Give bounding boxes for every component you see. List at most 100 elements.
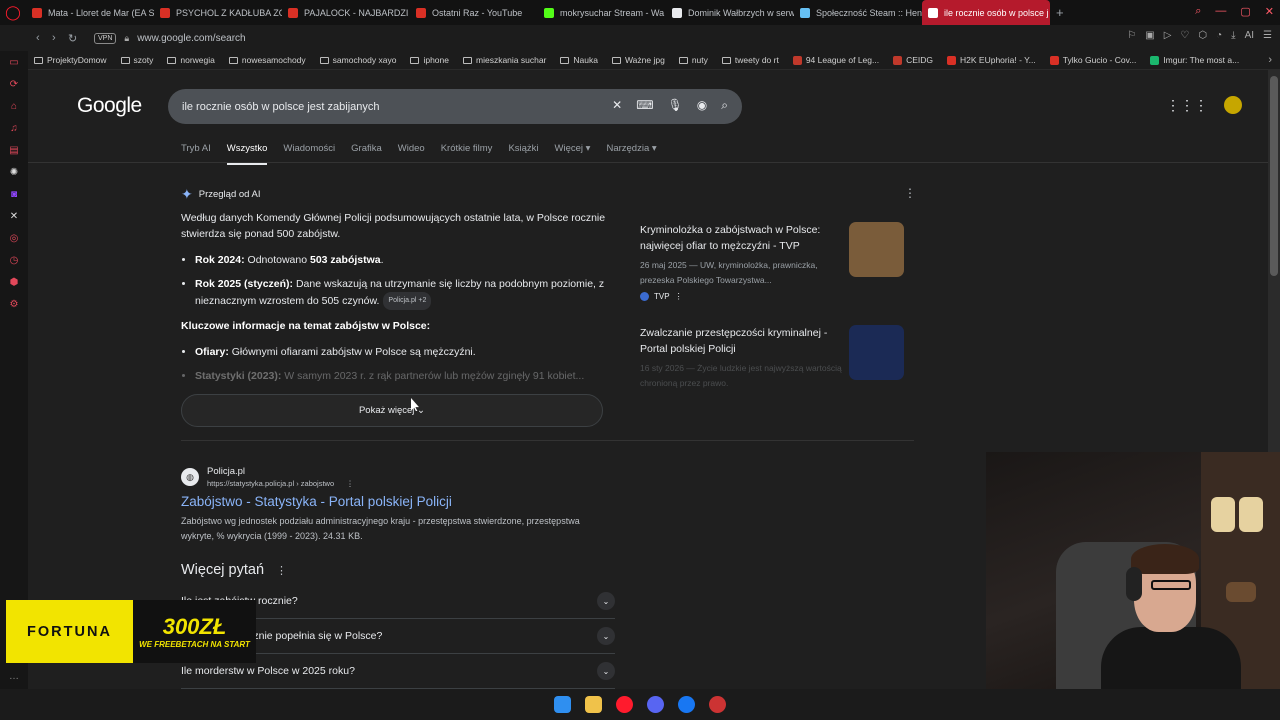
bookmark-label: norwegia (180, 55, 215, 65)
policja-favicon[interactable]: ◍ (181, 468, 199, 486)
browser-tab[interactable]: Mata - Lloret de Mar (EA S (26, 0, 154, 25)
heart-icon[interactable]: ♡ (1180, 30, 1189, 41)
source-menu-icon[interactable]: ⋮ (675, 292, 683, 301)
result-title-link[interactable]: Zabójstwo - Statystyka - Portal polskiej… (181, 494, 452, 509)
bookmark-item[interactable]: ProjektyDomow (34, 55, 107, 65)
bookmark-item[interactable]: nowesamochody (228, 55, 306, 65)
source-chip[interactable]: Policja.pl +2 (383, 292, 432, 310)
webcam-person-glasses (1151, 580, 1191, 590)
search-box[interactable]: ile rocznie osób w polsce jest zabijanyc… (168, 89, 742, 124)
opera-taskbar-icon[interactable] (616, 696, 633, 713)
bookmark-item[interactable]: CEIDG (893, 55, 933, 65)
bookmark-item[interactable]: Ważne jpg (611, 55, 665, 65)
sidebar-more-icon[interactable]: … (0, 665, 28, 687)
browser-tab[interactable]: PAJALOCK - NAJBARDZI (282, 0, 410, 25)
bookmark-item[interactable]: Imgur: The most a... (1150, 55, 1239, 65)
sidebar-music-icon[interactable]: ♫ (0, 117, 28, 139)
lock-icon[interactable]: 🔒︎ (124, 33, 129, 44)
bookmark-item[interactable]: samochody xayo (319, 55, 396, 65)
browser-tab[interactable]: ile rocznie osób w polsce j (922, 0, 1050, 25)
vpn-badge[interactable]: VPN (94, 32, 117, 44)
sidebar-x-icon[interactable]: ✕ (0, 205, 28, 227)
bookmark-item[interactable]: mieszkania suchar (463, 55, 546, 65)
bookmark-item[interactable]: iphone (410, 55, 449, 65)
download-icon[interactable]: ⤓ (1231, 30, 1235, 41)
bookmark-icon[interactable]: ⚐ (1127, 30, 1136, 41)
snapshot-icon[interactable]: ▣ (1145, 30, 1154, 41)
avatar[interactable] (1224, 96, 1242, 114)
source-title[interactable]: Zwalczanie przestępczości kryminalnej - … (640, 325, 840, 357)
sidebar-twitch-icon[interactable]: ◙ (0, 183, 28, 205)
app-taskbar-icon[interactable] (709, 696, 726, 713)
minimize-icon[interactable]: — (1215, 5, 1226, 18)
sidebar-chatgpt-icon[interactable]: ✺ (0, 161, 28, 183)
webcam-person-body (1101, 627, 1241, 689)
facebook-taskbar-icon[interactable] (678, 696, 695, 713)
maximize-icon[interactable]: ▢ (1240, 5, 1250, 18)
opera-menu-icon[interactable]: ◯ (0, 0, 26, 25)
microphone-icon[interactable]: 🎙︎ (668, 98, 683, 113)
source-card[interactable]: Zwalczanie przestępczości kryminalnej - … (630, 319, 912, 422)
browser-tab[interactable]: mokrysuchar Stream - Wa (538, 0, 666, 25)
sidebar-shop-icon[interactable]: ⌂ (0, 95, 28, 117)
sidebar-clock-icon[interactable]: ◷ (0, 249, 28, 271)
ai-button[interactable]: AI (1245, 30, 1254, 41)
result-url[interactable]: https://statystyka.policja.pl › zabojstw… (207, 479, 354, 488)
forward-button[interactable]: › (52, 32, 68, 44)
file-explorer-icon[interactable] (585, 696, 602, 713)
chevron-down-icon[interactable]: ⌄ (597, 592, 615, 610)
sidebar-messenger-icon[interactable]: ▭ (0, 51, 28, 73)
extensions-icon[interactable]: ⬡ (1198, 30, 1207, 41)
google-apps-icon[interactable]: ⋮⋮⋮ (1166, 97, 1208, 114)
show-more-button[interactable]: Pokaż więcej ⌄ (181, 394, 603, 427)
bookmark-item[interactable]: szoty (120, 55, 153, 65)
sidebar-settings-icon[interactable]: ⚙ (0, 293, 28, 315)
bookmarks-overflow-icon[interactable]: › (1268, 54, 1272, 66)
keyboard-icon[interactable]: ⌨ (636, 98, 653, 113)
google-logo[interactable]: Google (77, 94, 142, 118)
result-site-name[interactable]: Policja.pl (207, 466, 245, 477)
tab-favicon-icon (160, 7, 170, 18)
result-menu-icon[interactable]: ⋮ (346, 479, 354, 488)
clear-icon[interactable]: ✕ (612, 98, 622, 113)
profile-icon[interactable]: ◔ (1216, 30, 1222, 41)
browser-tab[interactable]: Społeczność Steam :: Hen (794, 0, 922, 25)
bookmark-item[interactable]: tweety do rt (721, 55, 779, 65)
back-button[interactable]: ‹ (36, 32, 52, 44)
bookmark-item[interactable]: nuty (678, 55, 708, 65)
bookmark-item[interactable]: 94 League of Leg... (792, 55, 879, 65)
bookmark-item[interactable]: Tylko Gucio - Cov... (1049, 55, 1136, 65)
sidebar-target-icon[interactable]: ◎ (0, 227, 28, 249)
browser-tab[interactable]: Ostatni Raz - YouTube (410, 0, 538, 25)
bookmark-item[interactable]: H2K EUphoria! - Y... (947, 55, 1036, 65)
url-field[interactable]: www.google.com/search (137, 33, 245, 44)
windows-start-icon[interactable] (554, 696, 571, 713)
menu-icon[interactable]: ☰ (1263, 30, 1272, 41)
ai-overview-menu-icon[interactable]: ⋮ (904, 186, 916, 200)
browser-tab[interactable]: Dominik Wałbrzych w serw (666, 0, 794, 25)
search-icon[interactable]: ⌕ (721, 98, 728, 113)
close-window-icon[interactable]: ✕ (1265, 5, 1274, 18)
tab-favicon-icon (544, 7, 554, 18)
bookmark-item[interactable]: norwegia (167, 55, 215, 65)
reload-button[interactable]: ↻ (68, 32, 84, 45)
sidebar-history-icon[interactable]: ⟳ (0, 73, 28, 95)
search-input[interactable]: ile rocznie osób w polsce jest zabijanyc… (182, 101, 380, 113)
lens-icon[interactable]: ◉ (697, 98, 707, 113)
sidebar-player-icon[interactable]: ▤ (0, 139, 28, 161)
paa-menu-icon[interactable]: ⋮ (276, 564, 287, 577)
chevron-down-icon[interactable]: ⌄ (597, 662, 615, 680)
browser-tab-bar: ◯ Mata - Lloret de Mar (EA S PSYCHOL Z KA… (0, 0, 1280, 25)
bookmark-item[interactable]: Nauka (560, 55, 598, 65)
search-tabs-icon[interactable]: ⌕ (1195, 5, 1201, 18)
discord-taskbar-icon[interactable] (647, 696, 664, 713)
scrollbar-thumb[interactable] (1270, 76, 1278, 276)
browser-tab[interactable]: PSYCHOL Z KADŁUBA ZO (154, 0, 282, 25)
new-tab-button[interactable]: + (1056, 5, 1064, 20)
result-url-text[interactable]: https://statystyka.policja.pl › zabojstw… (207, 479, 334, 488)
play-icon[interactable]: ▷ (1164, 30, 1172, 41)
sidebar-hex-icon[interactable]: ⬢ (0, 271, 28, 293)
chevron-down-icon[interactable]: ⌄ (597, 627, 615, 645)
source-card[interactable]: Kryminolożka o zabójstwach w Polsce: naj… (630, 216, 912, 319)
source-title[interactable]: Kryminolożka o zabójstwach w Polsce: naj… (640, 222, 840, 254)
